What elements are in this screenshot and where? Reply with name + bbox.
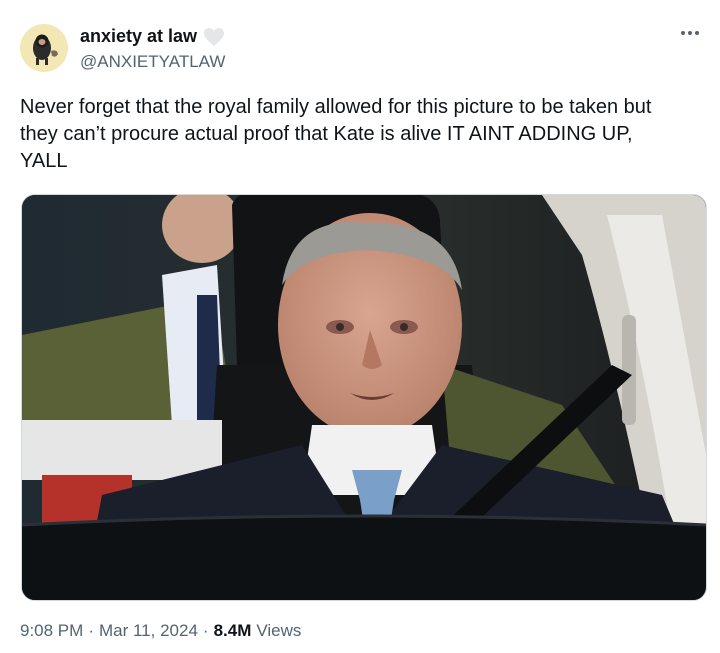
meta-separator: · xyxy=(88,621,94,640)
meta-separator: · xyxy=(202,621,209,640)
user-handle[interactable]: @ANXIETYATLAW xyxy=(80,52,225,72)
avatar[interactable] xyxy=(20,24,68,72)
display-name-text: anxiety at law xyxy=(80,26,198,46)
photo-illustration xyxy=(22,195,706,600)
tweet-meta: 9:08 PM · Mar 11, 2024 · 8.4M Views xyxy=(20,621,301,641)
tweet: anxiety at law @ANXIETYATLAW Never forge… xyxy=(0,0,720,653)
heart-icon xyxy=(204,27,225,46)
views-count[interactable]: 8.4M xyxy=(214,621,252,641)
tweet-photo[interactable] xyxy=(21,194,707,601)
tweet-text: Never forget that the royal family allow… xyxy=(20,94,700,175)
tweet-text-line: YALL xyxy=(20,150,68,172)
avatar-icon xyxy=(20,24,68,72)
tweet-time[interactable]: 9:08 PM xyxy=(20,621,83,641)
views-label[interactable]: Views xyxy=(256,621,301,641)
tweet-date[interactable]: Mar 11, 2024 xyxy=(99,621,198,641)
display-name[interactable]: anxiety at law xyxy=(80,26,225,47)
tweet-text-line: Never forget that the royal family allow… xyxy=(20,96,652,118)
more-icon[interactable] xyxy=(678,26,702,40)
tweet-text-line: they can’t procure actual proof that Kat… xyxy=(20,123,633,145)
